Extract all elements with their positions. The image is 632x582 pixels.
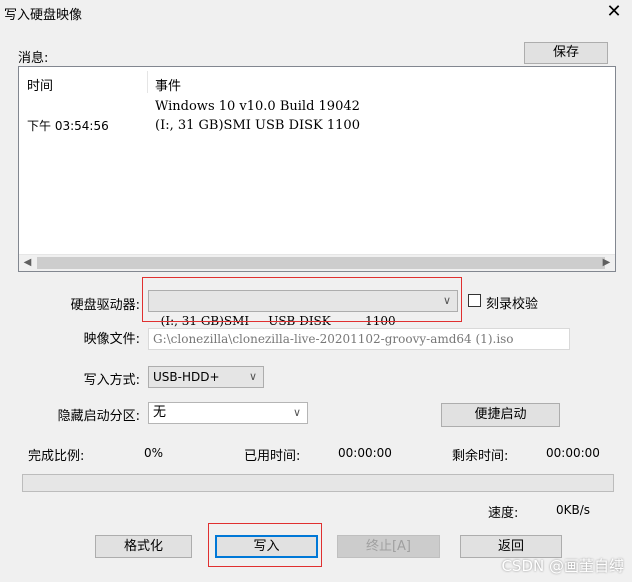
stop-button[interactable]: 终止[A] <box>337 535 440 558</box>
scroll-left-icon[interactable]: ◀ <box>19 255 36 271</box>
chevron-down-icon: ∨ <box>248 370 257 383</box>
hidden-partition-value: 无 <box>153 405 167 420</box>
chevron-down-icon: ∨ <box>292 406 301 419</box>
progress-value: 0% <box>144 446 164 460</box>
column-header-event: 事件 <box>155 79 182 94</box>
elapsed-value: 00:00:00 <box>338 446 392 460</box>
drive-select[interactable]: (I:, 31 GB)SMI USB DISK 1100 ∨ <box>148 290 458 328</box>
speed-value: 0KB/s <box>556 503 591 517</box>
message-log[interactable]: 时间 事件 Windows 10 v10.0 Build 19042 下午 03… <box>18 66 616 272</box>
messages-label: 消息: <box>18 51 49 66</box>
drive-label: 硬盘驱动器: <box>70 298 140 313</box>
verify-label: 刻录校验 <box>486 297 539 312</box>
save-button[interactable]: 保存 <box>524 42 608 64</box>
hidden-partition-select[interactable]: 无 ∨ <box>148 402 308 424</box>
hidden-partition-label: 隐藏启动分区: <box>57 409 140 424</box>
column-header-time: 时间 <box>27 79 54 94</box>
write-method-value: USB-HDD+ <box>153 370 220 384</box>
scrollbar-thumb[interactable] <box>37 257 605 269</box>
verify-checkbox[interactable] <box>468 294 481 307</box>
remaining-label: 剩余时间: <box>452 449 509 464</box>
quick-boot-button[interactable]: 便捷启动 <box>441 403 560 427</box>
image-file-label: 映像文件: <box>83 332 140 347</box>
chevron-down-icon: ∨ <box>442 294 451 307</box>
scroll-right-icon[interactable]: ▶ <box>598 255 615 271</box>
remaining-value: 00:00:00 <box>546 446 600 460</box>
progress-bar <box>22 474 614 492</box>
progress-label: 完成比例: <box>28 449 85 464</box>
log-row-time: 下午 03:54:56 <box>27 119 109 133</box>
close-icon[interactable]: ✕ <box>604 2 624 22</box>
format-button[interactable]: 格式化 <box>95 535 192 558</box>
log-row-event: (I:, 31 GB)SMI USB DISK 1100 <box>155 118 360 133</box>
write-method-select[interactable]: USB-HDD+ ∨ <box>148 366 264 388</box>
drive-select-value: (I:, 31 GB)SMI USB DISK 1100 <box>160 314 396 328</box>
speed-label: 速度: <box>488 506 519 521</box>
log-row-event: Windows 10 v10.0 Build 19042 <box>155 99 360 114</box>
image-file-field[interactable]: G:\clonezilla\clonezilla-live-20201102-g… <box>148 328 570 350</box>
column-divider[interactable] <box>147 71 148 93</box>
write-button[interactable]: 写入 <box>215 535 318 558</box>
horizontal-scrollbar[interactable]: ◀ ▶ <box>19 254 615 271</box>
window-title: 写入硬盘映像 <box>4 8 83 23</box>
write-method-label: 写入方式: <box>83 373 140 388</box>
watermark: CSDN @画董自缚 <box>501 557 624 575</box>
elapsed-label: 已用时间: <box>244 449 301 464</box>
